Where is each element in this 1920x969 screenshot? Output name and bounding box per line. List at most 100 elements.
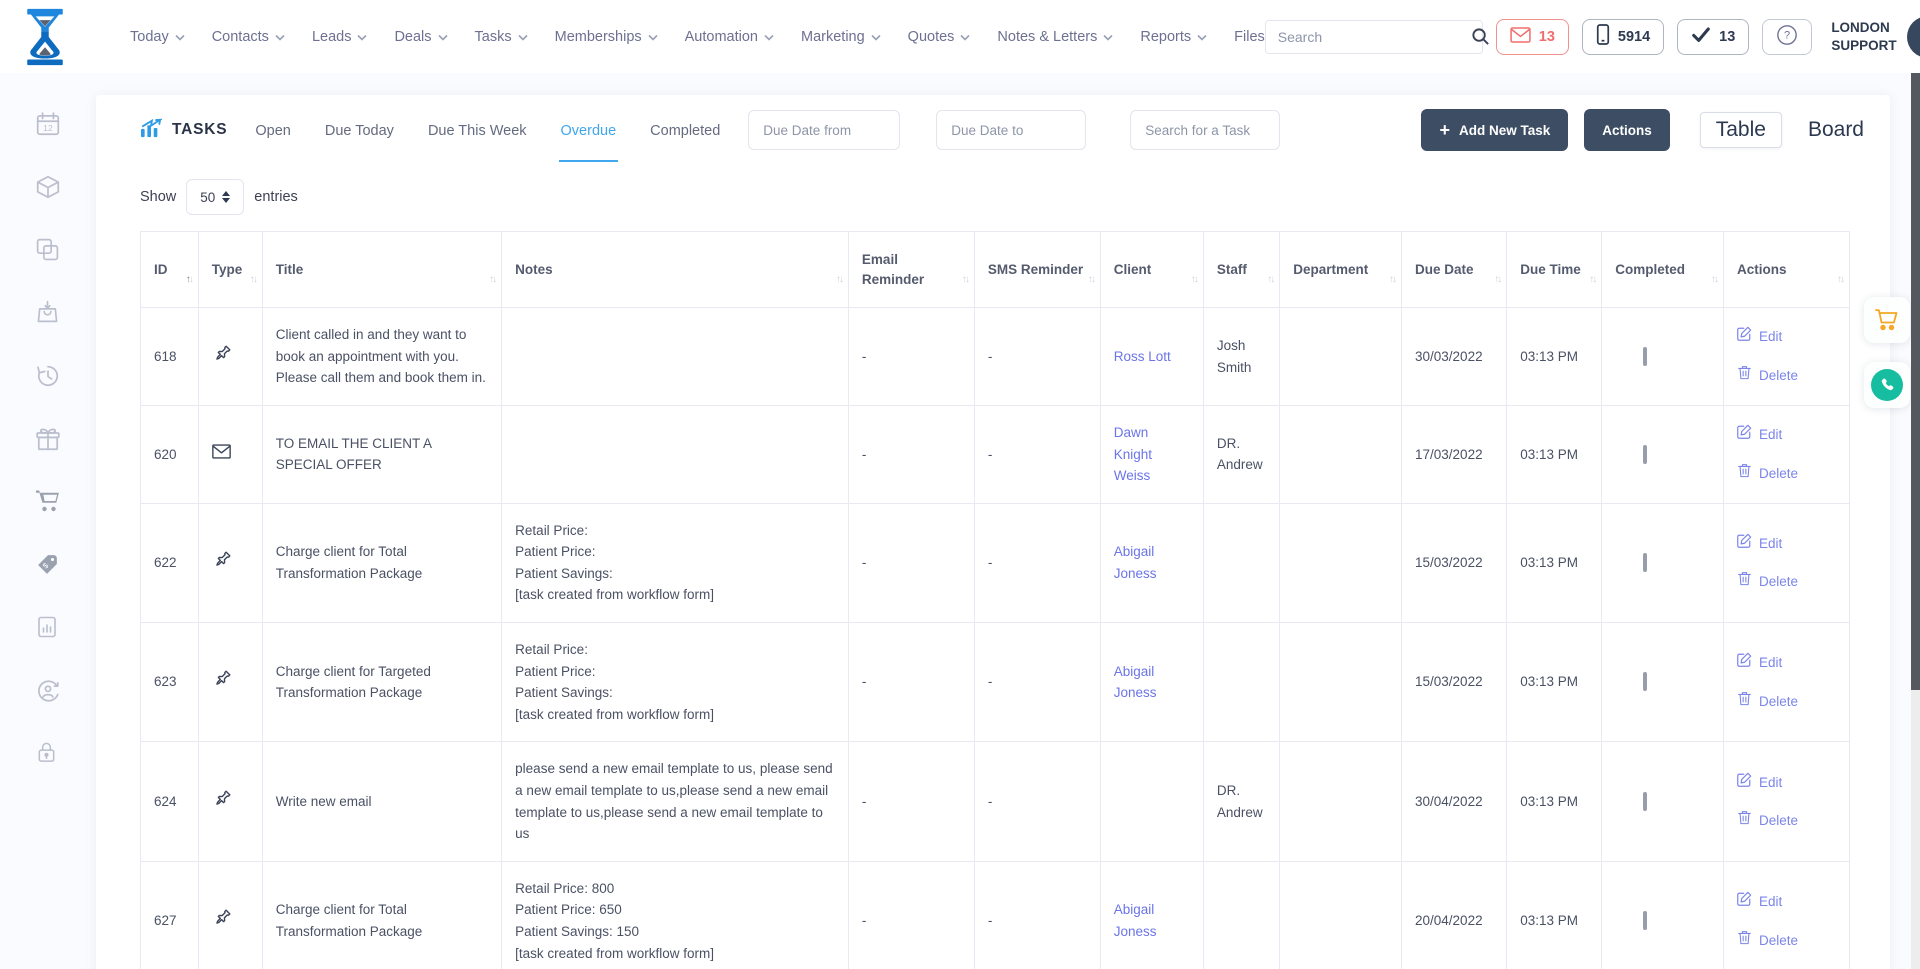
- due-time-cell: 03:13 PM: [1507, 623, 1602, 742]
- column-header-actions[interactable]: Actions↑↓: [1723, 232, 1849, 308]
- tab-overdue[interactable]: Overdue: [559, 98, 619, 162]
- column-header-title[interactable]: Title↑↓: [262, 232, 501, 308]
- nav-item-notes-letters[interactable]: Notes & Letters: [997, 29, 1113, 45]
- actions-cell: Edit Delete: [1723, 503, 1849, 622]
- edit-task-link[interactable]: Edit: [1737, 326, 1836, 348]
- nav-item-marketing[interactable]: Marketing: [801, 29, 881, 45]
- client-link[interactable]: Abigail Joness: [1114, 902, 1157, 939]
- client-link[interactable]: Abigail Joness: [1114, 664, 1157, 701]
- edit-icon: [1737, 772, 1752, 794]
- edit-task-link[interactable]: Edit: [1737, 533, 1836, 555]
- sidebar-account-sync-icon[interactable]: [35, 678, 61, 704]
- sidebar-gift-icon[interactable]: [35, 426, 61, 452]
- tab-due-today[interactable]: Due Today: [323, 98, 396, 162]
- completed-checkbox[interactable]: [1643, 553, 1647, 572]
- page-size-select[interactable]: 50: [186, 179, 244, 215]
- delete-task-link[interactable]: Delete: [1737, 571, 1836, 593]
- hourglass-logo: [22, 8, 68, 66]
- avatar[interactable]: [1907, 16, 1920, 58]
- sidebar-calendar-icon[interactable]: 12: [35, 111, 61, 137]
- delete-task-link[interactable]: Delete: [1737, 463, 1836, 485]
- completed-checkbox[interactable]: [1643, 911, 1647, 930]
- tab-completed[interactable]: Completed: [648, 98, 722, 162]
- messages-badge[interactable]: 13: [1496, 19, 1569, 55]
- nav-item-leads[interactable]: Leads: [312, 29, 368, 45]
- task-search-input[interactable]: [1130, 110, 1280, 150]
- sidebar-report-doc-icon[interactable]: [35, 615, 61, 641]
- tab-open[interactable]: Open: [253, 98, 292, 162]
- nav-item-reports[interactable]: Reports: [1140, 29, 1207, 45]
- vertical-scrollbar[interactable]: [1911, 0, 1920, 969]
- sidebar-bag-download-icon[interactable]: [35, 300, 61, 326]
- view-board-toggle[interactable]: Board: [1808, 118, 1864, 142]
- column-header-client[interactable]: Client↑↓: [1100, 232, 1203, 308]
- due-date-to-input[interactable]: [936, 110, 1086, 150]
- email-reminder-cell: -: [848, 861, 974, 969]
- column-header-email-reminder[interactable]: Email Reminder↑↓: [848, 232, 974, 308]
- sidebar-copy-pages-icon[interactable]: [35, 237, 61, 263]
- due-date-from-input[interactable]: [748, 110, 900, 150]
- client-link[interactable]: Abigail Joness: [1114, 544, 1157, 581]
- client-link[interactable]: Ross Lott: [1114, 349, 1171, 364]
- scrollbar-thumb[interactable]: [1911, 0, 1920, 690]
- tasks-badge[interactable]: 13: [1677, 19, 1749, 55]
- sidebar-history-icon[interactable]: [35, 363, 61, 389]
- nav-item-quotes[interactable]: Quotes: [908, 29, 971, 45]
- column-header-due-date[interactable]: Due Date↑↓: [1402, 232, 1507, 308]
- column-header-staff[interactable]: Staff↑↓: [1203, 232, 1279, 308]
- delete-task-link[interactable]: Delete: [1737, 930, 1836, 952]
- nav-item-automation[interactable]: Automation: [685, 29, 774, 45]
- delete-task-link[interactable]: Delete: [1737, 810, 1836, 832]
- nav-item-files[interactable]: Files: [1234, 29, 1265, 45]
- search-input[interactable]: [1266, 29, 1471, 45]
- help-button[interactable]: ?: [1762, 19, 1812, 55]
- delete-task-link[interactable]: Delete: [1737, 365, 1836, 387]
- table-body: 618Client called in and they want to boo…: [141, 308, 1850, 969]
- nav-item-today[interactable]: Today: [130, 29, 185, 45]
- edit-task-link[interactable]: Edit: [1737, 652, 1836, 674]
- completed-checkbox[interactable]: [1643, 672, 1647, 691]
- table-header-row: ID↑↓Type↑↓Title↑↓Notes↑↓Email Reminder↑↓…: [141, 232, 1850, 308]
- email-reminder-cell: -: [848, 308, 974, 406]
- column-header-department[interactable]: Department↑↓: [1280, 232, 1402, 308]
- completed-checkbox[interactable]: [1643, 792, 1647, 811]
- task-title-cell: Write new email: [262, 742, 501, 861]
- edit-task-link[interactable]: Edit: [1737, 772, 1836, 794]
- nav-item-contacts[interactable]: Contacts: [212, 29, 285, 45]
- column-header-notes[interactable]: Notes↑↓: [502, 232, 849, 308]
- view-table-toggle[interactable]: Table: [1700, 112, 1782, 148]
- column-header-due-time[interactable]: Due Time↑↓: [1507, 232, 1602, 308]
- nav-item-tasks[interactable]: Tasks: [475, 29, 528, 45]
- email-reminder-cell: -: [848, 503, 974, 622]
- nav-item-memberships[interactable]: Memberships: [555, 29, 658, 45]
- cart-widget-button[interactable]: [1864, 297, 1910, 343]
- call-widget-button[interactable]: [1864, 362, 1910, 408]
- edit-task-link[interactable]: Edit: [1737, 424, 1836, 446]
- envelope-icon: [212, 444, 233, 465]
- sidebar-package-icon[interactable]: [35, 174, 61, 200]
- add-new-task-button[interactable]: + Add New Task: [1421, 109, 1568, 151]
- sidebar-price-tag-icon[interactable]: $: [35, 552, 61, 578]
- completed-checkbox[interactable]: [1643, 445, 1647, 464]
- delete-task-link[interactable]: Delete: [1737, 691, 1836, 713]
- search-icon[interactable]: [1471, 21, 1490, 53]
- sidebar-lock-icon[interactable]: [35, 741, 61, 767]
- staff-cell: [1203, 623, 1279, 742]
- column-header-sms-reminder[interactable]: SMS Reminder↑↓: [974, 232, 1100, 308]
- chevron-down-icon: [648, 29, 658, 45]
- sms-reminder-cell: -: [974, 405, 1100, 503]
- calls-badge[interactable]: 5914: [1582, 19, 1664, 55]
- column-header-completed[interactable]: Completed↑↓: [1602, 232, 1724, 308]
- nav-item-deals[interactable]: Deals: [394, 29, 447, 45]
- column-header-id[interactable]: ID↑↓: [141, 232, 199, 308]
- completed-checkbox[interactable]: [1643, 347, 1647, 366]
- actions-cell: Edit Delete: [1723, 405, 1849, 503]
- column-header-type[interactable]: Type↑↓: [198, 232, 262, 308]
- actions-button[interactable]: Actions: [1584, 109, 1670, 151]
- client-link[interactable]: Dawn Knight Weiss: [1114, 425, 1152, 483]
- tab-due-this-week[interactable]: Due This Week: [426, 98, 529, 162]
- task-id-cell: 622: [141, 503, 199, 622]
- sort-arrows-icon: ↑↓: [186, 273, 192, 288]
- sidebar-cart-icon[interactable]: [35, 489, 61, 515]
- edit-task-link[interactable]: Edit: [1737, 891, 1836, 913]
